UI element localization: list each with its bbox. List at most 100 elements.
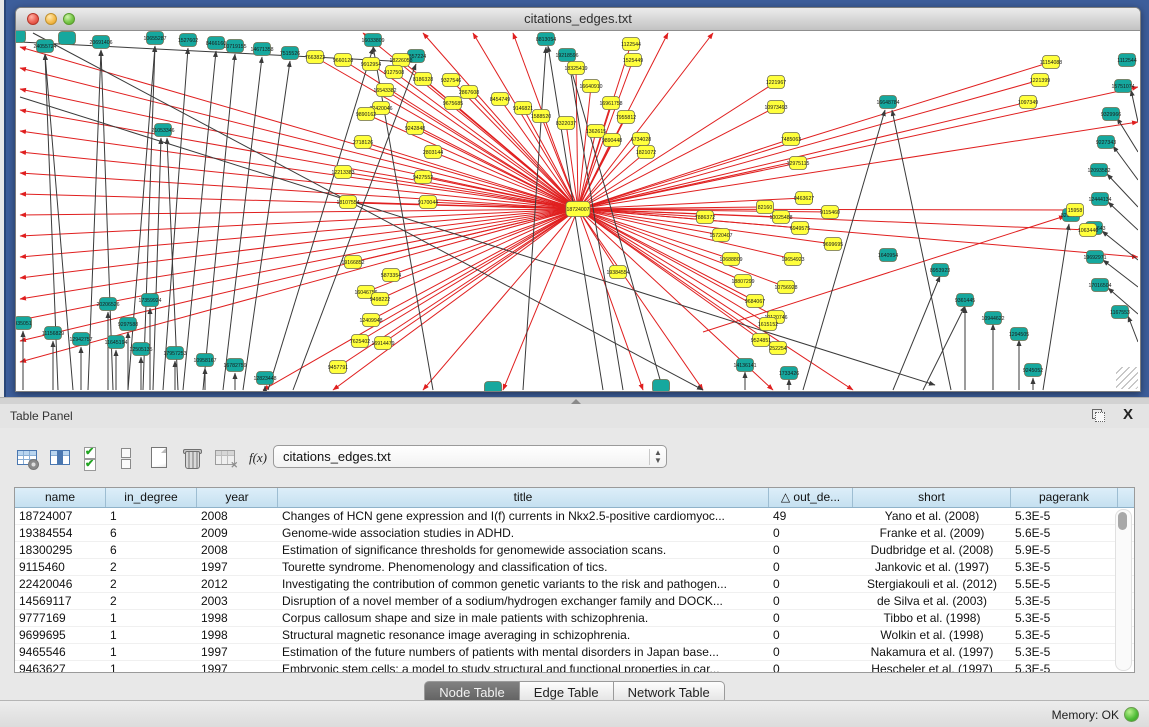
column-header-title[interactable]: title: [278, 488, 769, 507]
table-cell[interactable]: 18300295: [15, 542, 106, 558]
table-cell[interactable]: 5.3E-5: [1011, 627, 1118, 643]
graph-node[interactable]: 10958167: [193, 354, 216, 367]
graph-node[interactable]: 9242848: [405, 122, 425, 135]
graph-node[interactable]: 10719155: [223, 40, 246, 53]
graph-node[interactable]: 1640954: [878, 249, 898, 262]
graph-node[interactable]: 8953923: [930, 264, 950, 277]
graph-node[interactable]: 10756928: [774, 281, 797, 294]
graph-node[interactable]: 18724007: [566, 202, 590, 217]
table-cell[interactable]: Stergiakouli et al. (2012): [853, 576, 1011, 592]
graph-node[interactable]: 11154088: [1040, 56, 1062, 69]
graph-node[interactable]: 12213383: [331, 166, 354, 179]
graph-node[interactable]: 15958: [1067, 204, 1084, 217]
table-cell[interactable]: Embryonic stem cells: a model to study s…: [278, 661, 769, 673]
graph-node[interactable]: 15751074: [1111, 80, 1134, 93]
graph-node[interactable]: 19218596: [555, 49, 578, 62]
graph-node[interactable]: 6734028: [631, 133, 651, 146]
table-cell[interactable]: 2008: [197, 508, 278, 524]
graph-node[interactable]: 9457791: [328, 361, 348, 374]
table-cell[interactable]: Structural magnetic resonance image aver…: [278, 627, 769, 643]
graph-node[interactable]: 9912954: [361, 58, 381, 71]
table-cell[interactable]: 1: [106, 508, 197, 524]
graph-node[interactable]: 20691406: [89, 36, 112, 49]
table-cell[interactable]: 1997: [197, 644, 278, 660]
table-cell[interactable]: 18724007: [15, 508, 106, 524]
panel-splitter[interactable]: [0, 397, 1149, 404]
graph-node[interactable]: 12444134: [1088, 193, 1111, 206]
graph-node[interactable]: 82160: [757, 201, 774, 214]
graph-node[interactable]: 16640910: [579, 80, 602, 93]
window-resize-grip[interactable]: [1116, 367, 1138, 389]
new-table-icon[interactable]: [146, 445, 172, 471]
table-cell[interactable]: 5.5E-5: [1011, 576, 1118, 592]
graph-node[interactable]: 935051: [16, 317, 32, 330]
function-builder-icon[interactable]: f(x): [245, 445, 271, 471]
graph-node[interactable]: 9245052: [1023, 364, 1043, 377]
network-canvas[interactable]: 2405572420691406106552871527602846616010…: [16, 31, 1138, 391]
table-cell[interactable]: Jankovic et al. (1997): [853, 559, 1011, 575]
table-cell[interactable]: 9777169: [15, 610, 106, 626]
table-cell[interactable]: 9115460: [15, 559, 106, 575]
graph-node[interactable]: 1122544: [621, 38, 641, 51]
table-scrollbar-thumb[interactable]: [1118, 512, 1127, 530]
graph-node[interactable]: 9890448: [602, 134, 622, 147]
graph-node[interactable]: 7485063: [781, 133, 801, 146]
table-cell[interactable]: Wolkin et al. (1998): [853, 627, 1011, 643]
table-cell[interactable]: Estimation of the future numbers of pati…: [278, 644, 769, 660]
table-cell[interactable]: 5.3E-5: [1011, 559, 1118, 575]
column-header-out_de[interactable]: △ out_de...: [769, 488, 853, 507]
table-cell[interactable]: 5.9E-5: [1011, 542, 1118, 558]
table-cell[interactable]: 1997: [197, 661, 278, 673]
graph-node[interactable]: 18107554: [336, 196, 359, 209]
table-cell[interactable]: 1997: [197, 559, 278, 575]
graph-node[interactable]: 1097349: [1018, 96, 1038, 109]
graph-node[interactable]: 14136141: [733, 359, 756, 372]
graph-node[interactable]: 1063446: [1078, 224, 1098, 237]
graph-node[interactable]: [59, 32, 76, 45]
graph-node[interactable]: 9675685: [443, 97, 463, 110]
table-cell[interactable]: Tibbo et al. (1998): [853, 610, 1011, 626]
graph-node[interactable]: 1525449: [623, 54, 643, 67]
graph-node[interactable]: 9660128: [333, 54, 353, 67]
close-panel-icon[interactable]: X: [1123, 406, 1133, 423]
graph-node[interactable]: [485, 382, 502, 392]
column-header-pagerank[interactable]: pagerank: [1011, 488, 1118, 507]
show-columns-icon[interactable]: [47, 445, 73, 471]
graph-node[interactable]: 5873354: [381, 269, 401, 282]
graph-node[interactable]: 9227343: [1096, 136, 1116, 149]
table-scrollbar[interactable]: [1115, 509, 1132, 671]
graph-node[interactable]: 1588520: [531, 110, 551, 123]
graph-node[interactable]: 8322037: [556, 117, 576, 130]
graph-node[interactable]: 1615152: [758, 318, 778, 331]
graph-node[interactable]: 12823448: [253, 372, 276, 385]
table-cell[interactable]: 1998: [197, 610, 278, 626]
graph-node[interactable]: 1527602: [178, 34, 198, 47]
graph-node[interactable]: 10973493: [764, 101, 787, 114]
graph-node[interactable]: 8186328: [413, 73, 433, 86]
graph-node[interactable]: 252254: [769, 342, 786, 355]
graph-node[interactable]: 10688809: [719, 253, 742, 266]
graph-node[interactable]: 9890162: [356, 108, 376, 121]
graph-node[interactable]: 17359924: [138, 294, 161, 307]
graph-node[interactable]: 7955812: [616, 111, 636, 124]
graph-node[interactable]: 16914479: [371, 337, 394, 350]
table-cell[interactable]: Tourette syndrome. Phenomenology and cla…: [278, 559, 769, 575]
graph-node[interactable]: 11156829: [42, 327, 64, 340]
table-row[interactable]: 1456911722003Disruption of a novel membe…: [15, 593, 1134, 610]
graph-node[interactable]: 1112544: [1117, 54, 1137, 67]
table-row[interactable]: 946362711997Embryonic stem cells: a mode…: [15, 661, 1134, 673]
graph-node[interactable]: 12505135: [129, 343, 152, 356]
table-cell[interactable]: 2003: [197, 593, 278, 609]
network-window-titlebar[interactable]: citations_edges.txt: [16, 8, 1140, 31]
table-row[interactable]: 1938455462009Genome-wide association stu…: [15, 525, 1134, 542]
graph-node[interactable]: 16782759: [223, 359, 246, 372]
table-row[interactable]: 977716911998Corpus callosum shape and si…: [15, 610, 1134, 627]
graph-node[interactable]: 17957253: [163, 347, 186, 360]
graph-node[interactable]: 1821072: [636, 146, 656, 159]
graph-node[interactable]: 10655287: [143, 32, 166, 45]
table-cell[interactable]: 2: [106, 559, 197, 575]
graph-node[interactable]: 10944622: [981, 312, 1004, 325]
table-cell[interactable]: Yano et al. (2008): [853, 508, 1011, 524]
graph-node[interactable]: 21053346: [151, 124, 174, 137]
graph-node[interactable]: 1221399: [1030, 74, 1050, 87]
